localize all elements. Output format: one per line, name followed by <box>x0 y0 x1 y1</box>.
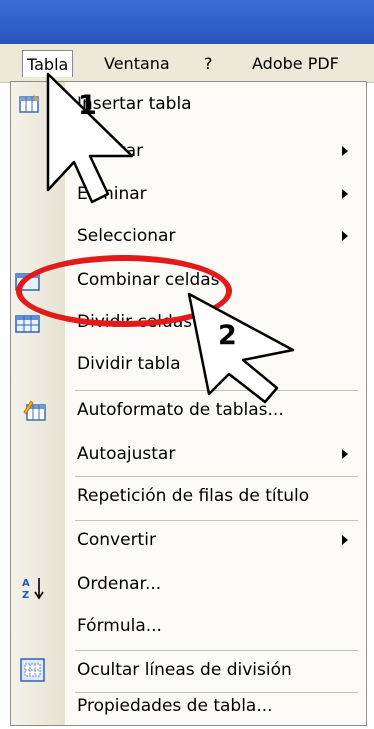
submenu-arrow-icon <box>342 231 348 241</box>
menu-item-propiedades-tabla[interactable]: Propiedades de tabla... <box>65 686 366 726</box>
submenu-arrow-icon <box>342 535 348 545</box>
cursor-arrow-icon <box>187 292 295 404</box>
sort-az-icon: A Z <box>22 578 44 600</box>
menu-adobe-pdf[interactable]: Adobe PDF <box>248 50 343 77</box>
menu-item-label: Ordenar... <box>77 574 162 594</box>
step-number-1: 1 <box>78 90 97 121</box>
autoformat-table-icon <box>23 400 46 421</box>
menu-item-label: Propiedades de tabla... <box>77 696 273 716</box>
menu-help[interactable]: ? <box>200 50 217 77</box>
menu-item-label: Autoajustar <box>77 444 176 464</box>
split-cells-icon <box>15 315 40 333</box>
menu-item-ordenar[interactable]: Ordenar... <box>65 564 366 604</box>
title-bar <box>0 0 374 44</box>
menu-item-repeticion-filas[interactable]: Repetición de filas de título <box>65 476 366 516</box>
menu-item-label: Dividir tabla <box>77 354 181 374</box>
submenu-arrow-icon <box>342 189 348 199</box>
menu-item-convertir[interactable]: Convertir <box>65 520 366 560</box>
menu-item-autoajustar[interactable]: Autoajustar <box>65 434 366 474</box>
menu-item-formula[interactable]: Fórmula... <box>65 606 366 646</box>
svg-text:Z: Z <box>22 590 29 600</box>
submenu-arrow-icon <box>342 146 348 156</box>
hide-gridlines-icon <box>20 658 45 682</box>
menu-item-label: Convertir <box>77 530 156 550</box>
menu-item-label: Ocultar líneas de división <box>77 660 292 680</box>
menu-item-label: Fórmula... <box>77 616 162 636</box>
menu-item-label: Seleccionar <box>77 226 176 246</box>
submenu-arrow-icon <box>342 449 348 459</box>
svg-text:A: A <box>22 578 30 589</box>
step-number-2: 2 <box>218 320 237 351</box>
menu-item-label: Repetición de filas de título <box>77 486 310 506</box>
menu-item-ocultar-lineas[interactable]: Ocultar líneas de división <box>65 650 366 690</box>
menu-item-seleccionar[interactable]: Seleccionar <box>65 216 366 256</box>
